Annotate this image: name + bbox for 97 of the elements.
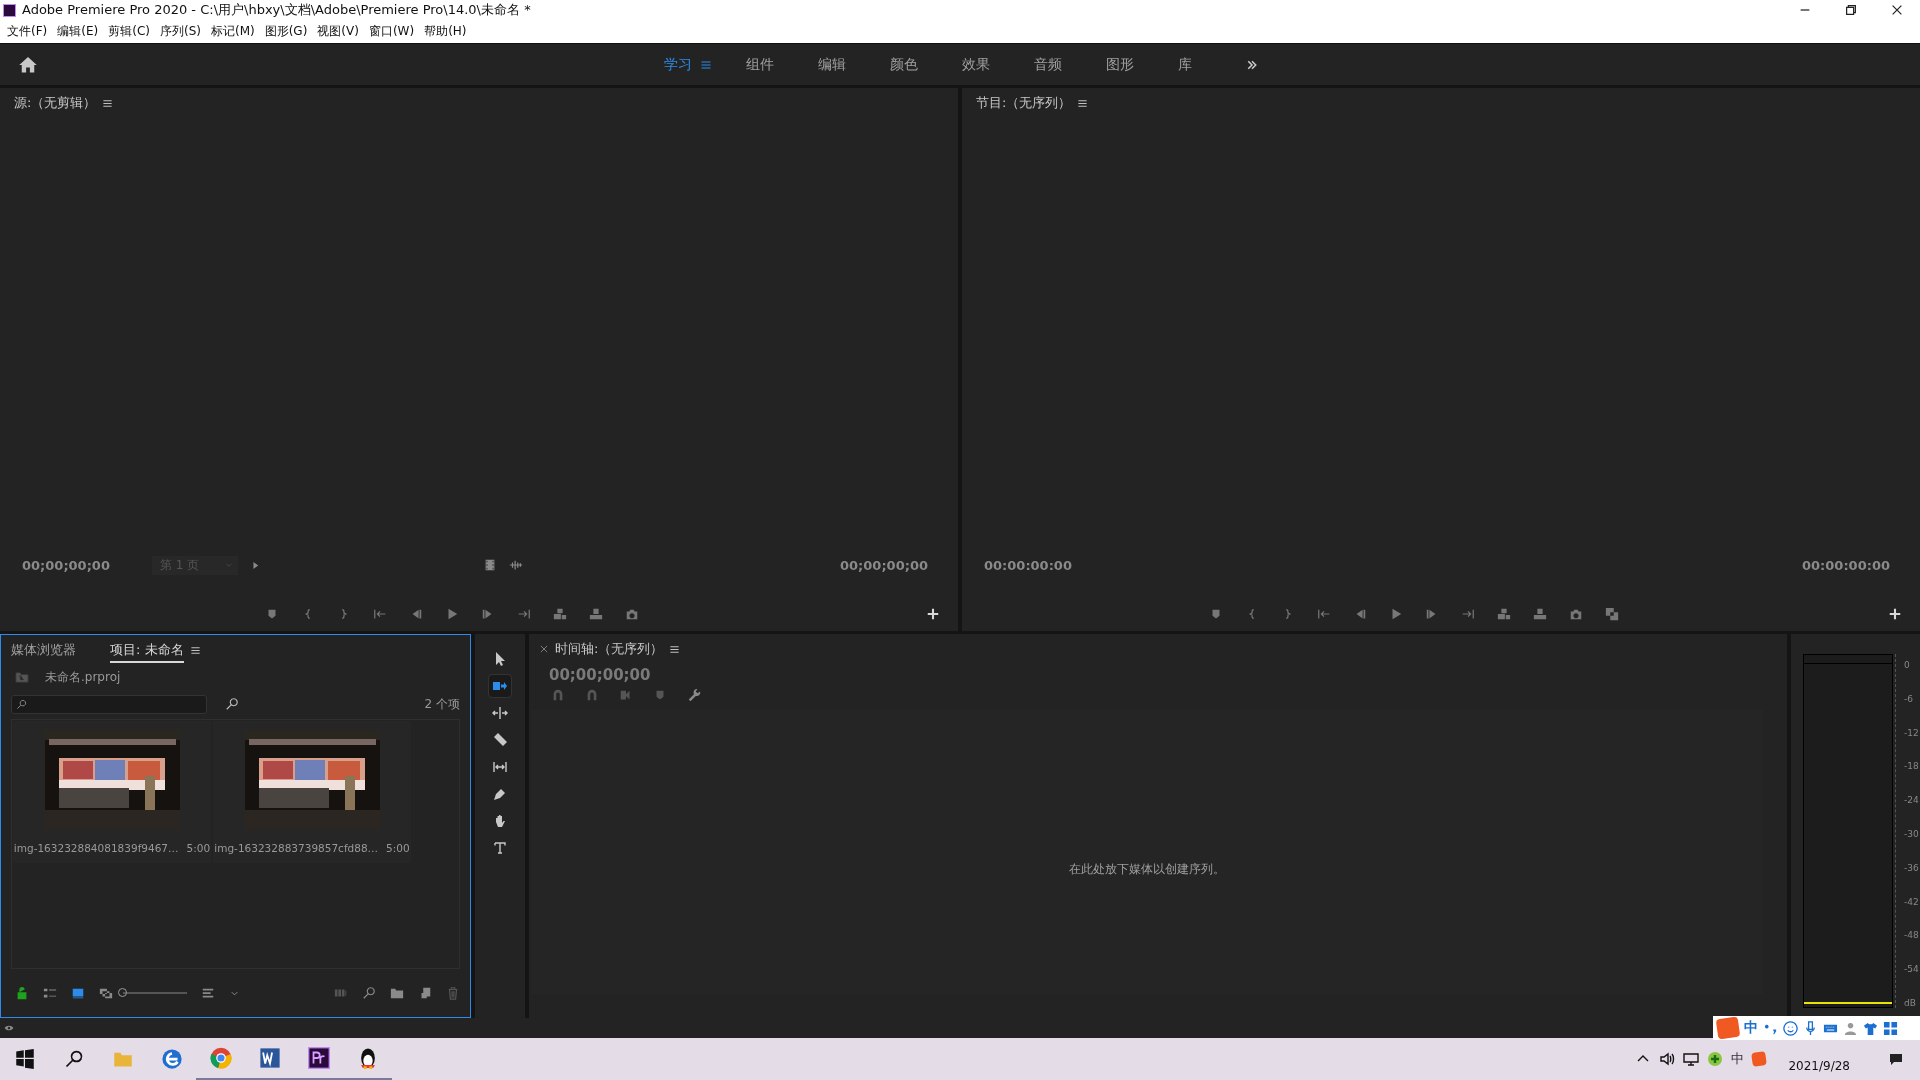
meter-scale-label: -42 xyxy=(1904,896,1919,907)
window-title: Adobe Premiere Pro 2020 - C:\用户\hbxy\文档\Adobe\Premiere Pro\14.0\未命名 * xyxy=(22,1,531,19)
workspace-tab[interactable]: 编辑 xyxy=(818,55,890,74)
menu-item[interactable]: 帮助(H) xyxy=(421,23,474,40)
freeform-view-icon[interactable] xyxy=(99,986,113,1000)
new-bin-icon[interactable] xyxy=(390,986,404,1000)
meter-scale-label: 0 xyxy=(1904,660,1911,670)
menu-item[interactable]: 编辑(E) xyxy=(54,23,106,40)
workspace-tab[interactable]: 库 xyxy=(1178,55,1250,74)
go-to-in-icon[interactable] xyxy=(373,607,387,621)
search-icon xyxy=(16,698,27,710)
ripple-icon xyxy=(492,705,508,721)
meter-scale-label: -48 xyxy=(1904,930,1919,941)
timecode: 00;00;00;00 xyxy=(840,557,928,573)
compare-icon[interactable] xyxy=(1605,607,1619,621)
insert-icon[interactable] xyxy=(553,607,567,621)
sort-icon[interactable] xyxy=(201,986,215,1000)
input-method-indicator[interactable]: 中 xyxy=(1731,1050,1745,1068)
list-view-icon[interactable] xyxy=(43,986,57,1000)
panel-tab[interactable]: 媒体浏览器 xyxy=(11,641,76,659)
add-button-icon[interactable] xyxy=(1888,607,1902,621)
insert-icon[interactable] xyxy=(1497,607,1511,621)
empty-timeline-hint: 在此处放下媒体以创建序列。 xyxy=(1069,860,1225,878)
network-icon[interactable] xyxy=(1683,1051,1700,1067)
add-button-icon[interactable] xyxy=(926,607,940,621)
overwrite-icon[interactable] xyxy=(589,607,603,621)
camera-icon[interactable] xyxy=(1569,607,1583,621)
project-file-name: 未命名.prproj xyxy=(45,668,121,686)
camera-icon[interactable] xyxy=(625,607,639,621)
meter-scale-label: -24 xyxy=(1904,795,1919,806)
panel-menu-icon[interactable] xyxy=(1077,97,1089,109)
clock-date[interactable]: 2021/9/28 xyxy=(1788,1059,1850,1073)
workspace-tab[interactable]: 音频 xyxy=(1034,55,1106,74)
meter-scale-label: -36 xyxy=(1904,862,1919,873)
meter-scale-label: dB xyxy=(1904,997,1917,1008)
item-count: 2 个项 xyxy=(424,695,460,713)
workspace-tab[interactable]: 颜色 xyxy=(890,55,962,74)
person-icon[interactable] xyxy=(1843,1020,1858,1036)
timecode: 00:00:00:00 xyxy=(1802,557,1890,573)
type-icon xyxy=(492,840,508,856)
timecode: 00:00:00:00 xyxy=(984,557,1072,573)
meter-scale-label: -18 xyxy=(1904,761,1919,772)
home-icon[interactable] xyxy=(18,54,38,75)
meter-scale-label: -30 xyxy=(1904,829,1919,839)
overwrite-icon[interactable] xyxy=(1533,607,1547,621)
panel-title: 节目:（无序列） xyxy=(976,94,1072,112)
more-workspaces-icon[interactable] xyxy=(1246,58,1258,71)
panel-title: 源:（无剪辑） xyxy=(14,94,97,112)
volume-icon[interactable] xyxy=(1659,1051,1676,1067)
workspace-tab[interactable]: 效果 xyxy=(962,55,1034,74)
shirt-icon[interactable] xyxy=(1863,1020,1878,1036)
menu-item[interactable]: 窗口(W) xyxy=(365,23,422,40)
panel-menu-icon[interactable] xyxy=(102,97,114,109)
microphone-icon[interactable] xyxy=(1803,1020,1818,1036)
clip-duration: 5:00 xyxy=(186,842,211,854)
menu-item[interactable]: 图形(G) xyxy=(261,23,315,40)
timecode: 00;00;00;00 xyxy=(22,557,110,573)
search-field[interactable] xyxy=(11,694,207,714)
notification-icon[interactable] xyxy=(1888,1051,1904,1067)
waveform-icon[interactable] xyxy=(508,558,523,572)
icon-view-icon[interactable] xyxy=(71,986,85,1000)
lock-icon[interactable] xyxy=(15,986,29,1000)
app-logo-icon xyxy=(3,3,16,17)
find-bin-icon[interactable] xyxy=(225,697,239,711)
panel-tab[interactable]: 项目: 未命名 xyxy=(110,637,184,663)
panel-menu-icon[interactable] xyxy=(189,644,201,656)
panel-menu-icon[interactable] xyxy=(669,643,681,655)
workspace-tab[interactable]: 学习 xyxy=(664,55,700,74)
security-icon[interactable] xyxy=(1707,1051,1724,1067)
close-tab-icon[interactable] xyxy=(539,644,549,654)
slip-icon xyxy=(492,759,508,775)
emoji-icon[interactable] xyxy=(1783,1020,1798,1036)
menu-item[interactable]: 视图(V) xyxy=(314,23,366,40)
meter-scale-label: -12 xyxy=(1904,727,1919,738)
grid-icon[interactable] xyxy=(1883,1020,1898,1036)
clip-name: img-163232883739857cfd88… xyxy=(214,842,379,854)
wrench-icon[interactable] xyxy=(687,688,701,702)
meter-scale-label: -54 xyxy=(1904,964,1919,975)
menu-item[interactable]: 序列(S) xyxy=(156,23,208,40)
menu-item[interactable]: 标记(M) xyxy=(207,23,262,40)
menu-item[interactable]: 文件(F) xyxy=(4,23,55,40)
timecode: 00;00;00;00 xyxy=(548,666,652,684)
go-to-out-icon[interactable] xyxy=(517,607,531,621)
meter-scale-label: -6 xyxy=(1904,693,1914,704)
pen-icon xyxy=(492,786,508,802)
clip-duration: 5:00 xyxy=(386,842,410,854)
workspace-tab[interactable]: 图形 xyxy=(1106,55,1178,74)
clip-name: img-163232884081839f9467… xyxy=(13,842,179,854)
panel-title: 时间轴:（无序列） xyxy=(555,640,664,658)
menu-item[interactable]: 剪辑(C) xyxy=(105,23,157,40)
ime-mode-toggle[interactable]: 中 xyxy=(1744,1019,1758,1037)
find-icon[interactable] xyxy=(362,986,376,1000)
workspace-tab[interactable]: 组件 xyxy=(746,55,818,74)
track-select-tool[interactable] xyxy=(489,675,511,697)
go-to-out-icon[interactable] xyxy=(1461,607,1475,621)
razor-icon xyxy=(492,732,508,748)
go-to-in-icon[interactable] xyxy=(1317,607,1331,621)
